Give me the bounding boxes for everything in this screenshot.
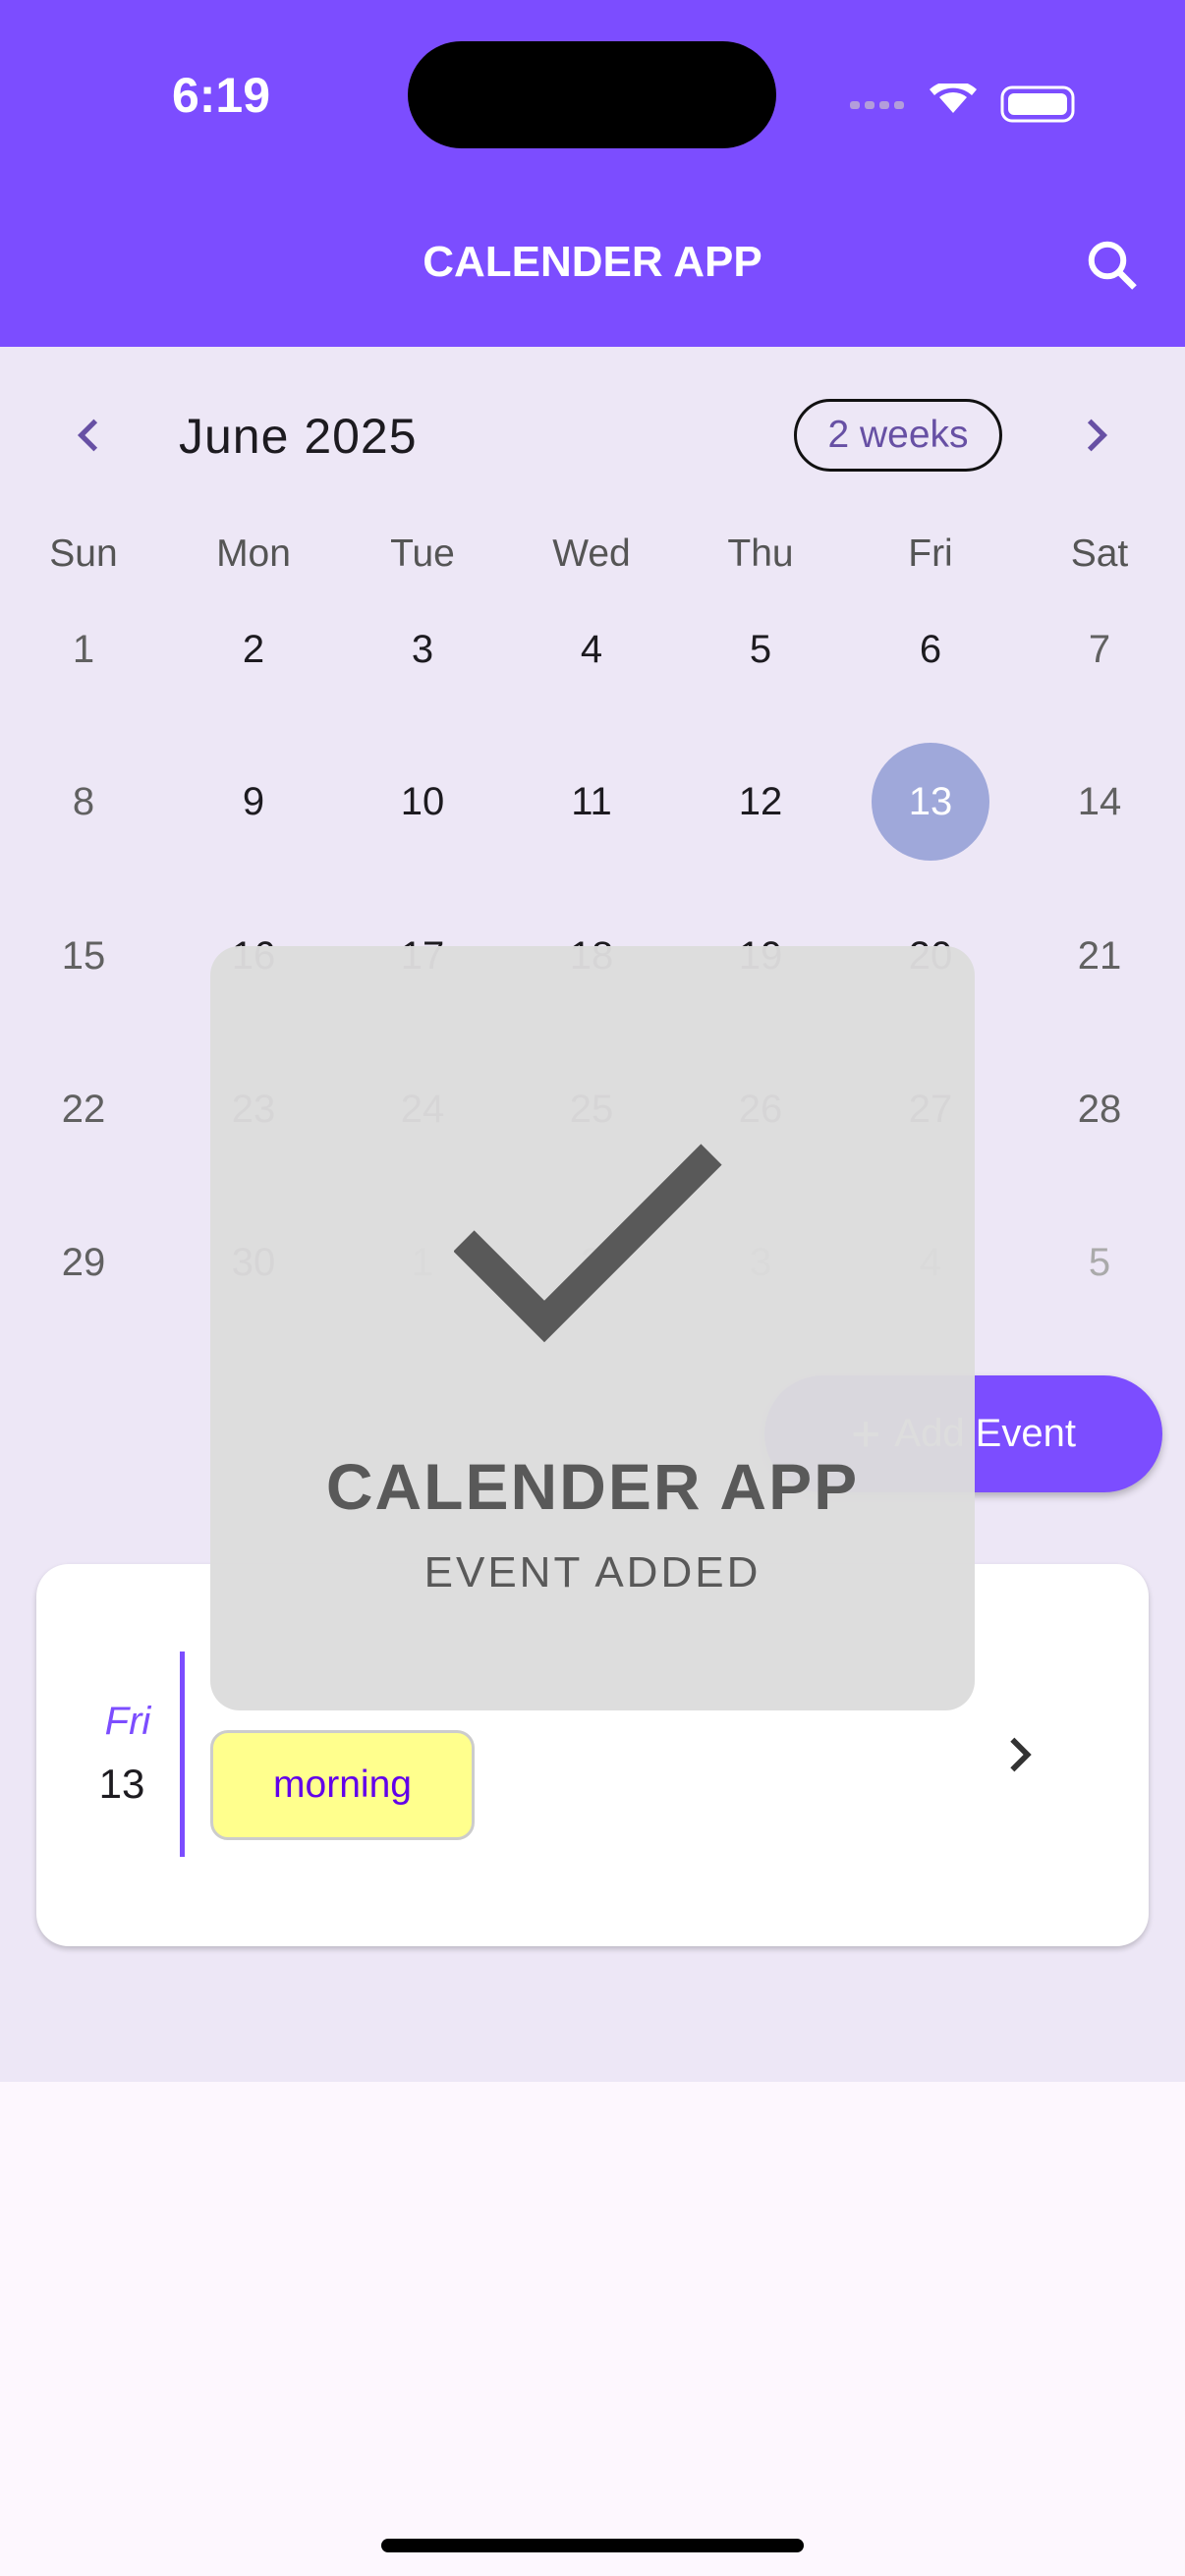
- calendar-day[interactable]: 10: [364, 743, 481, 861]
- event-added-toast: CALENDER APP EVENT ADDED: [210, 946, 975, 1710]
- format-toggle-button[interactable]: 2 weeks: [794, 399, 1002, 472]
- weekday-label: Tue: [390, 532, 455, 575]
- calendar-day-outside[interactable]: 5: [1041, 1204, 1158, 1321]
- calendar-day[interactable]: 2: [195, 590, 312, 708]
- weekday-label: Thu: [727, 532, 794, 575]
- weekday-label: Mon: [216, 532, 291, 575]
- calendar-day[interactable]: 14: [1041, 743, 1158, 861]
- calendar-day[interactable]: 6: [872, 590, 989, 708]
- event-chip[interactable]: morning: [210, 1730, 475, 1840]
- dynamic-island: [408, 41, 776, 148]
- battery-icon: [1000, 85, 1075, 123]
- toast-title: CALENDER APP: [325, 1450, 860, 1523]
- previous-month-chevron-icon[interactable]: [65, 411, 114, 460]
- calendar-day[interactable]: 29: [25, 1204, 142, 1321]
- calendar-day[interactable]: 5: [702, 590, 819, 708]
- check-icon: [454, 1144, 722, 1343]
- calendar-day[interactable]: 28: [1041, 1050, 1158, 1168]
- status-icons: [850, 84, 1075, 123]
- event-divider: [180, 1652, 185, 1857]
- calendar-day[interactable]: 4: [533, 590, 650, 708]
- calendar-day[interactable]: 12: [702, 743, 819, 861]
- weekday-label: Sat: [1070, 532, 1129, 575]
- status-time: 6:19: [171, 68, 271, 123]
- weekday-label: Wed: [552, 532, 631, 575]
- next-month-chevron-icon[interactable]: [1071, 411, 1120, 460]
- weekday-label: Sun: [49, 532, 118, 575]
- calendar-day[interactable]: 8: [25, 743, 142, 861]
- chevron-right-icon[interactable]: [997, 1732, 1043, 1777]
- month-label: June 2025: [179, 409, 418, 464]
- weekday-label: Fri: [908, 532, 953, 575]
- event-day-name: Fri: [104, 1700, 151, 1743]
- calendar-day[interactable]: 13: [872, 743, 989, 861]
- calendar-day[interactable]: 22: [25, 1050, 142, 1168]
- toast-message: EVENT ADDED: [423, 1548, 762, 1596]
- calendar-day[interactable]: 3: [364, 590, 481, 708]
- wifi-icon: [930, 84, 977, 113]
- app-title: CALENDER APP: [423, 238, 762, 286]
- calendar-day[interactable]: 7: [1041, 590, 1158, 708]
- calendar-day[interactable]: 1: [25, 590, 142, 708]
- calendar-day[interactable]: 9: [195, 743, 312, 861]
- search-icon[interactable]: [1083, 236, 1142, 295]
- calendar-day[interactable]: 15: [25, 897, 142, 1015]
- signal-icon: [850, 101, 904, 109]
- event-day-number: 13: [98, 1761, 145, 1807]
- home-indicator: [381, 2539, 804, 2552]
- calendar-day[interactable]: 21: [1041, 897, 1158, 1015]
- calendar-day[interactable]: 11: [533, 743, 650, 861]
